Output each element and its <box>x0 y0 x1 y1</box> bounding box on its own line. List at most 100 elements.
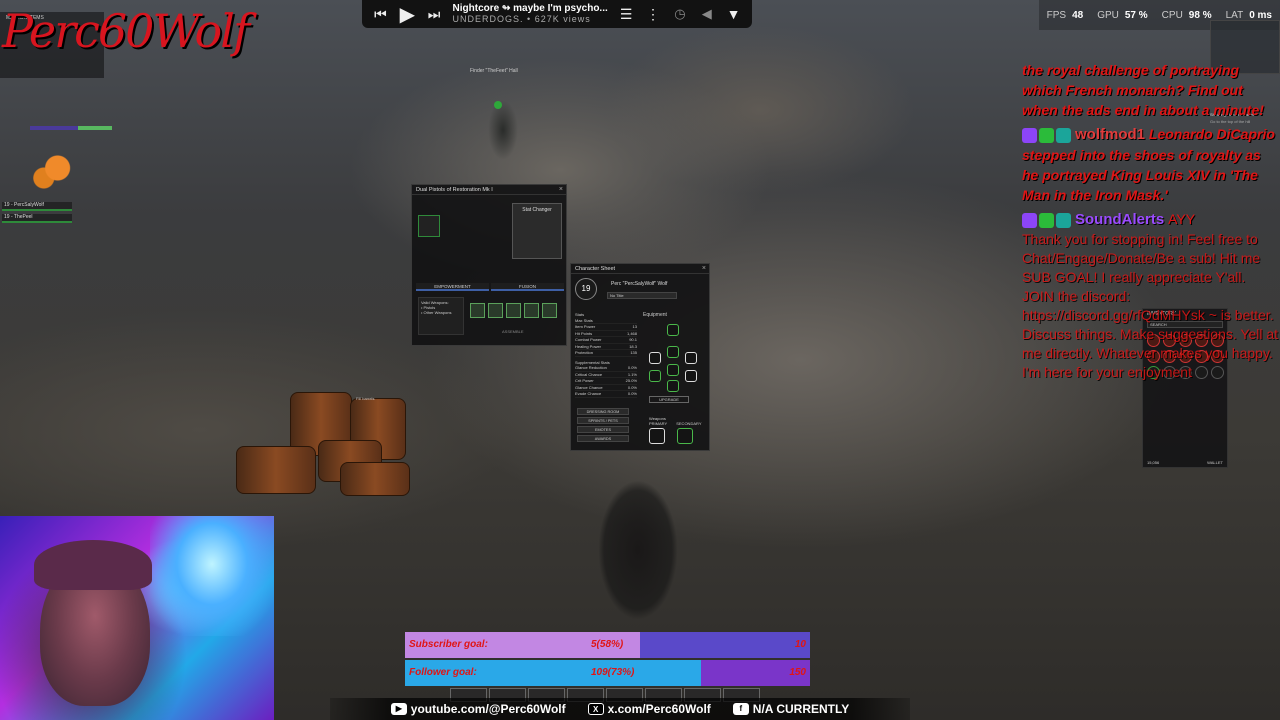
npc-character[interactable] <box>488 100 518 160</box>
music-player: ⏮ ▶ ⏭ Nightcore ↬ maybe I'm psycho... UN… <box>362 0 752 28</box>
empower-slot[interactable] <box>488 303 503 318</box>
pistol-icon[interactable] <box>418 215 440 237</box>
bot-badge-icon <box>1056 212 1071 228</box>
emotes-button[interactable]: EMOTES <box>577 426 629 433</box>
empower-slot[interactable] <box>506 303 521 318</box>
chevron-down-icon[interactable]: ▼ <box>725 6 742 22</box>
stats-panel: Stats Max Stats Item Power 13 Hit Points 1… <box>575 312 637 398</box>
secondary-weapon-label: SECONDARY <box>676 421 702 426</box>
skip-previous-icon[interactable]: ⏮ <box>372 6 389 23</box>
rusty-barrel <box>340 462 410 496</box>
youtube-link[interactable]: youtube.com/@Perc60Wolf <box>411 702 566 716</box>
equip-slot[interactable] <box>649 352 661 364</box>
track-title: Nightcore ↬ maybe I'm psycho... <box>452 3 608 14</box>
bot-badge-icon <box>1056 127 1071 143</box>
mod-badge-icon <box>1039 212 1054 228</box>
twitter-link[interactable]: x.com/Perc60Wolf <box>608 702 711 716</box>
equip-slot[interactable] <box>685 352 697 364</box>
follower-goal-value: 109(73%) <box>591 667 635 678</box>
twitch-badge-icon <box>1022 212 1037 228</box>
chat-message: the royal challenge of portraying which … <box>1022 62 1264 118</box>
party-member[interactable]: 19 - PercSalyWolf <box>2 202 72 211</box>
assemble-button[interactable]: ASSEMBLE <box>502 329 524 334</box>
awards-button[interactable]: AWARDS <box>577 435 629 442</box>
streamer-logo: Perc60Wolf <box>2 4 250 58</box>
back-icon[interactable]: ◀ <box>698 6 715 22</box>
chat-username[interactable]: SoundAlerts <box>1075 211 1164 228</box>
barrel-label: Fill barrels <box>356 396 375 401</box>
party-frames: 19 - PercSalyWolf 19 - ThePeel <box>2 202 72 226</box>
play-icon[interactable]: ▶ <box>399 2 416 27</box>
close-icon[interactable]: × <box>702 265 706 272</box>
gpu-readout: GPU 57 % <box>1097 9 1148 21</box>
empower-slot[interactable] <box>470 303 485 318</box>
equip-slot[interactable] <box>667 324 679 336</box>
currency-value: 15,056 <box>1147 460 1160 465</box>
timer-icon[interactable]: ◷ <box>671 6 688 22</box>
fps-readout: FPS 48 <box>1046 9 1084 21</box>
npc-marker <box>494 101 502 109</box>
dressing-room-button[interactable]: DRESSING ROOM <box>577 408 629 415</box>
sheet-buttons: DRESSING ROOM SPRINTS / PETS EMOTES AWAR… <box>577 408 629 444</box>
equipment-panel: Equipment <box>643 312 705 402</box>
tab-empowerment[interactable]: EMPOWERMENT <box>416 283 489 291</box>
stat-changer-button[interactable]: Stat Changer <box>512 203 562 259</box>
item-window-title: Dual Pistols of Restoration Mk I <box>412 185 566 195</box>
sprints-pets-button[interactable]: SPRINTS / PETS <box>577 417 629 424</box>
x-twitter-icon: X <box>587 703 604 715</box>
follower-goal-bar: Follower goal: 109(73%) 150 <box>405 660 810 686</box>
npc-name: Finder "TheFeet" Hall <box>470 68 518 74</box>
equip-slot[interactable] <box>667 364 679 376</box>
stat-row: Protection 135 <box>575 350 637 357</box>
queue-icon[interactable]: ☰ <box>618 6 635 23</box>
wolf-art-background <box>150 516 274 636</box>
close-icon[interactable]: × <box>559 186 563 193</box>
equip-slot[interactable] <box>667 346 679 358</box>
latency-readout: LAT 0 ms <box>1225 9 1272 21</box>
equip-slot[interactable] <box>649 370 661 382</box>
chat-text: Thank you for stopping in! Feel free to … <box>1022 231 1279 380</box>
track-subtitle: UNDERDOGS. • 627K views <box>452 14 591 24</box>
subscriber-goal-label: Subscriber goal: <box>409 639 488 650</box>
player-character <box>598 480 678 620</box>
social-links-bar: ▶ youtube.com/@Perc60Wolf Xx.com/Perc60Wo… <box>330 698 910 720</box>
primary-weapon-label: PRIMARY <box>649 421 668 426</box>
character-sheet-title: Character Sheet <box>571 264 709 274</box>
party-member[interactable]: 19 - ThePeel <box>2 214 72 223</box>
streamer-cap <box>34 540 152 590</box>
item-window: Dual Pistols of Restoration Mk I × Stat … <box>411 184 567 346</box>
twitch-badge-icon <box>1022 127 1037 143</box>
skip-next-icon[interactable]: ⏭ <box>426 6 443 23</box>
equip-slot[interactable] <box>685 370 697 382</box>
cpu-readout: CPU 98 % <box>1161 9 1212 21</box>
chat-text: AYY <box>1168 211 1196 227</box>
facebook-link[interactable]: N/A CURRENTLY <box>753 702 849 716</box>
subscriber-goal-value: 5(58%) <box>591 639 624 650</box>
follower-goal-label: Follower goal: <box>409 667 477 678</box>
tab-fusion[interactable]: FUSION <box>491 283 564 291</box>
title-select[interactable]: No Title <box>607 292 677 299</box>
follower-goal-max: 150 <box>789 667 806 678</box>
subscriber-goal-bar: Subscriber goal: 5(58%) 10 <box>405 632 810 658</box>
primary-weapon-slot[interactable] <box>649 428 665 444</box>
fox-mascot-icon <box>30 150 76 190</box>
perk-list: Valid Weapons: • Pistols • Other Weapons <box>418 297 464 335</box>
mod-badge-icon <box>1039 127 1054 143</box>
empower-slots <box>470 303 557 318</box>
more-icon[interactable]: ⋮ <box>645 6 662 23</box>
character-name: Perc "PercSalyWolf" Wolf <box>611 281 668 287</box>
chat-message: SoundAlerts AYY Thank you for stopping i… <box>1022 209 1280 382</box>
xp-bar <box>30 126 112 130</box>
subscriber-goal-max: 10 <box>794 639 806 650</box>
level-badge: 19 <box>575 278 597 300</box>
rusty-barrel <box>236 446 316 494</box>
empower-slot[interactable] <box>542 303 557 318</box>
webcam-feed <box>0 516 274 720</box>
empower-slot[interactable] <box>524 303 539 318</box>
upgrade-button[interactable]: UPGRADE <box>649 396 689 403</box>
stream-chat: the royal challenge of portraying which … <box>1022 60 1280 386</box>
secondary-weapon-slot[interactable] <box>677 428 693 444</box>
equip-slot[interactable] <box>667 380 679 392</box>
wallet-button[interactable]: WALLET <box>1207 460 1223 465</box>
chat-username[interactable]: wolfmod1 <box>1075 126 1145 143</box>
